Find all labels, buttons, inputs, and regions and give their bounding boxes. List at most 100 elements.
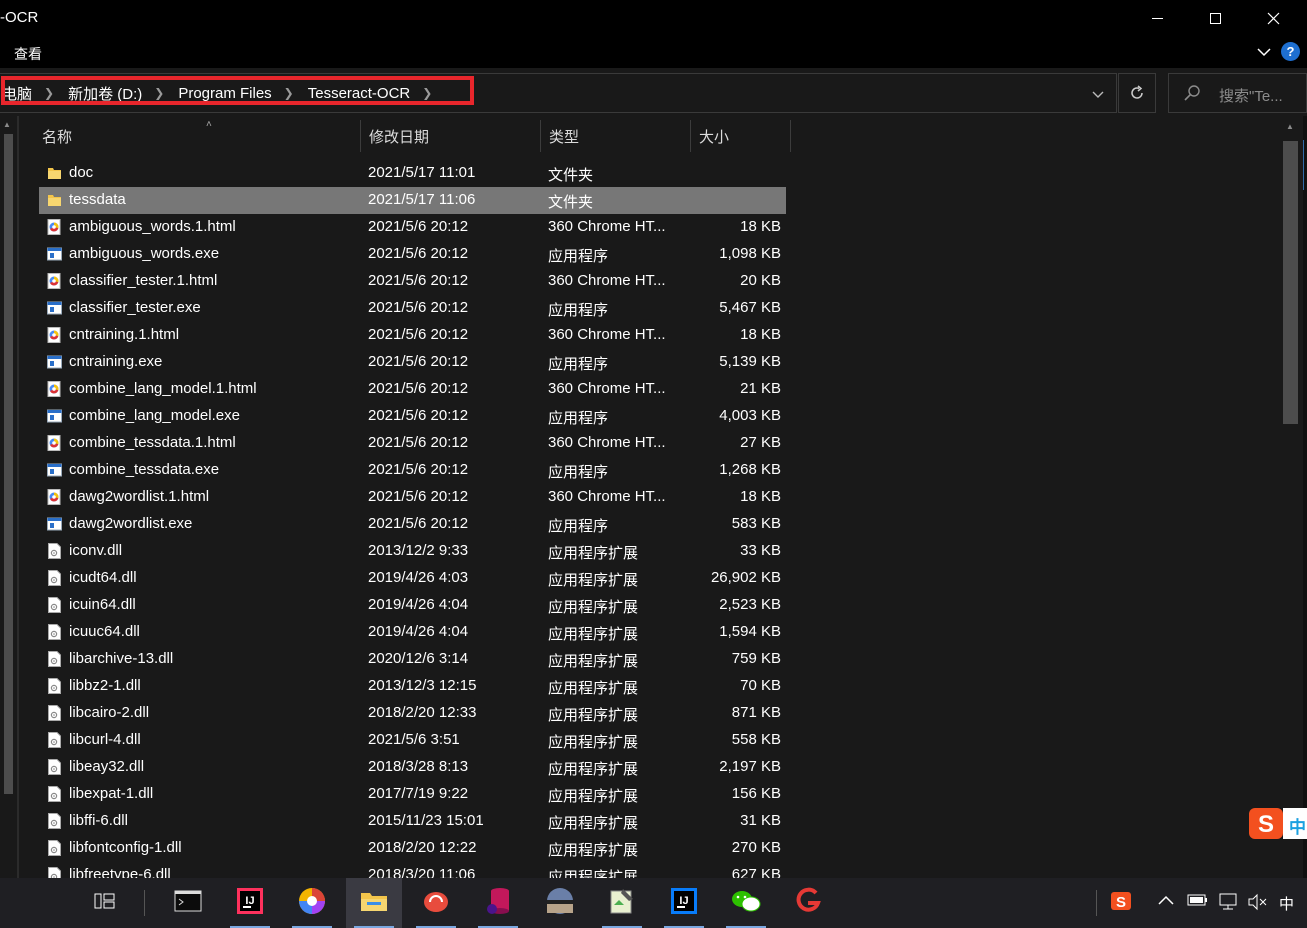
file-row[interactable]: classifier_tester.1.html 2021/5/6 20:12 36…: [39, 268, 786, 295]
close-button[interactable]: [1244, 0, 1302, 36]
file-name: combine_lang_model.exe: [69, 407, 240, 424]
file-name: libexpat-1.dll: [69, 785, 154, 802]
sogou-tray-icon[interactable]: S: [1110, 890, 1132, 916]
file-row[interactable]: combine_lang_model.exe 2021/5/6 20:12 应用程序…: [39, 403, 786, 430]
taskbar-item[interactable]: IJ: [222, 878, 278, 928]
file-row[interactable]: libfreetype-6.dll 2018/3/20 11:06 应用程序扩展 62…: [39, 862, 786, 878]
file-type: 应用程序扩展: [548, 545, 639, 562]
file-row[interactable]: libfontconfig-1.dll 2018/2/20 12:22 应用程序扩展…: [39, 835, 786, 862]
chevron-right-icon[interactable]: ❯: [412, 86, 444, 100]
pane-divider[interactable]: [17, 116, 19, 878]
column-header-date[interactable]: 修改日期: [361, 120, 541, 152]
file-list: doc 2021/5/17 11:01 文件夹 tessdata 2021/5/17 1…: [39, 160, 787, 878]
file-list-scrollbar[interactable]: ▲: [1281, 116, 1303, 878]
file-row[interactable]: tessdata 2021/5/17 11:06 文件夹: [39, 187, 786, 214]
tray-overflow-chevron-icon[interactable]: [1158, 893, 1174, 910]
ime-toolbar[interactable]: S 中: [1249, 806, 1307, 840]
file-row[interactable]: dawg2wordlist.1.html 2021/5/6 20:12 360 Ch…: [39, 484, 786, 511]
column-header-name[interactable]: 名称 ˄: [34, 119, 361, 152]
minimize-button[interactable]: [1128, 0, 1186, 36]
help-button[interactable]: ?: [1281, 42, 1300, 61]
file-row[interactable]: icuin64.dll 2019/4/26 4:04 应用程序扩展 2,523 KB: [39, 592, 786, 619]
taskbar-item[interactable]: [470, 878, 526, 928]
input-language-indicator[interactable]: 中: [1279, 893, 1294, 914]
chevron-right-icon[interactable]: ❯: [144, 86, 176, 100]
breadcrumb-tesseract-ocr[interactable]: Tesseract-OCR: [306, 85, 413, 102]
file-explorer-icon: [360, 889, 388, 918]
dll-file-icon: [47, 813, 62, 829]
navigation-pane-scrollbar[interactable]: ▲: [0, 116, 17, 878]
file-row[interactable]: libcurl-4.dll 2021/5/6 3:51 应用程序扩展 558 KB: [39, 727, 786, 754]
taskbar-item[interactable]: [594, 878, 650, 928]
refresh-button[interactable]: [1118, 73, 1156, 113]
file-date-modified: 2021/5/6 20:12: [368, 380, 469, 397]
file-name: libeay32.dll: [69, 758, 145, 775]
close-icon: [1267, 12, 1279, 24]
file-row[interactable]: ambiguous_words.1.html 2021/5/6 20:12 360 …: [39, 214, 786, 241]
file-row[interactable]: libeay32.dll 2018/3/28 8:13 应用程序扩展 2,197 KB: [39, 754, 786, 781]
file-row[interactable]: icuuc64.dll 2019/4/26 4:04 应用程序扩展 1,594 KB: [39, 619, 786, 646]
breadcrumb-drive-d[interactable]: 新加卷 (D:): [66, 83, 144, 104]
file-row[interactable]: iconv.dll 2013/12/2 9:33 应用程序扩展 33 KB: [39, 538, 786, 565]
file-date-modified: 2021/5/17 11:06: [368, 191, 476, 208]
address-history-dropdown[interactable]: [1086, 84, 1110, 106]
scrollbar-thumb[interactable]: [1283, 141, 1298, 424]
file-row[interactable]: ambiguous_words.exe 2021/5/6 20:12 应用程序 1,0…: [39, 241, 786, 268]
dll-file-icon: [47, 786, 62, 802]
file-row[interactable]: libbz2-1.dll 2013/12/3 12:15 应用程序扩展 70 KB: [39, 673, 786, 700]
scroll-up-arrow-icon[interactable]: ▲: [3, 120, 11, 129]
file-type: 应用程序扩展: [548, 626, 639, 643]
file-row[interactable]: cntraining.1.html 2021/5/6 20:12 360 Chrom…: [39, 322, 786, 349]
address-bar[interactable]: 电脑 ❯ 新加卷 (D:) ❯ Program Files ❯ Tesserac…: [0, 73, 1117, 113]
search-input[interactable]: 搜索"Te...: [1168, 73, 1307, 113]
column-header-size-label: 大小: [699, 128, 730, 146]
file-row[interactable]: combine_tessdata.exe 2021/5/6 20:12 应用程序 1,…: [39, 457, 786, 484]
taskbar-separator: [144, 890, 145, 916]
scroll-up-arrow-icon[interactable]: ▲: [1286, 122, 1294, 131]
file-row[interactable]: libcairo-2.dll 2018/2/20 12:33 应用程序扩展 871 K…: [39, 700, 786, 727]
breadcrumb-program-files[interactable]: Program Files: [176, 85, 273, 102]
file-type: 应用程序: [548, 248, 609, 265]
taskbar-item[interactable]: [532, 878, 588, 928]
chevron-right-icon[interactable]: ❯: [274, 86, 306, 100]
volume-muted-icon[interactable]: [1247, 893, 1269, 915]
file-date-modified: 2015/11/23 15:01: [368, 812, 484, 829]
file-row[interactable]: libexpat-1.dll 2017/7/19 9:22 应用程序扩展 156 KB: [39, 781, 786, 808]
taskbar-item[interactable]: [77, 878, 133, 928]
network-icon[interactable]: [1217, 893, 1239, 915]
file-row[interactable]: cntraining.exe 2021/5/6 20:12 应用程序 5,139 KB: [39, 349, 786, 376]
battery-icon[interactable]: [1187, 893, 1209, 911]
tab-view[interactable]: 查看: [14, 44, 42, 64]
file-row[interactable]: classifier_tester.exe 2021/5/6 20:12 应用程序 5…: [39, 295, 786, 322]
file-size: 18 KB: [740, 326, 781, 343]
file-row[interactable]: doc 2021/5/17 11:01 文件夹: [39, 160, 786, 187]
taskbar-item[interactable]: IJ: [656, 878, 712, 928]
column-header-size[interactable]: 大小: [691, 120, 791, 152]
ribbon-expand-button[interactable]: [1253, 41, 1275, 63]
file-size: 2,523 KB: [719, 596, 781, 613]
file-type: 文件夹: [548, 167, 594, 184]
taskbar-item[interactable]: [160, 878, 216, 928]
taskbar-item[interactable]: [718, 878, 774, 928]
chevron-right-icon[interactable]: ❯: [34, 86, 66, 100]
taskbar-item[interactable]: [408, 878, 464, 928]
file-row[interactable]: combine_lang_model.1.html 2021/5/6 20:12 3…: [39, 376, 786, 403]
maximize-button[interactable]: [1186, 0, 1244, 36]
file-row[interactable]: libffi-6.dll 2015/11/23 15:01 应用程序扩展 31 KB: [39, 808, 786, 835]
file-size: 270 KB: [731, 839, 781, 856]
taskbar-item[interactable]: [346, 878, 402, 928]
file-row[interactable]: combine_tessdata.1.html 2021/5/6 20:12 360…: [39, 430, 786, 457]
file-row[interactable]: dawg2wordlist.exe 2021/5/6 20:12 应用程序 583 K…: [39, 511, 786, 538]
column-header-type[interactable]: 类型: [541, 120, 691, 152]
file-row[interactable]: icudt64.dll 2019/4/26 4:03 应用程序扩展 26,902 KB: [39, 565, 786, 592]
scrollbar-thumb[interactable]: [4, 134, 13, 794]
taskbar-item[interactable]: [284, 878, 340, 928]
taskbar-item[interactable]: [780, 878, 836, 928]
breadcrumb-computer[interactable]: 电脑: [0, 83, 34, 104]
file-size: 156 KB: [731, 785, 781, 802]
file-date-modified: 2018/3/28 8:13: [368, 758, 469, 775]
file-size: 33 KB: [740, 542, 781, 559]
file-size: 759 KB: [731, 650, 781, 667]
file-type: 应用程序扩展: [548, 572, 639, 589]
file-row[interactable]: libarchive-13.dll 2020/12/6 3:14 应用程序扩展 759…: [39, 646, 786, 673]
